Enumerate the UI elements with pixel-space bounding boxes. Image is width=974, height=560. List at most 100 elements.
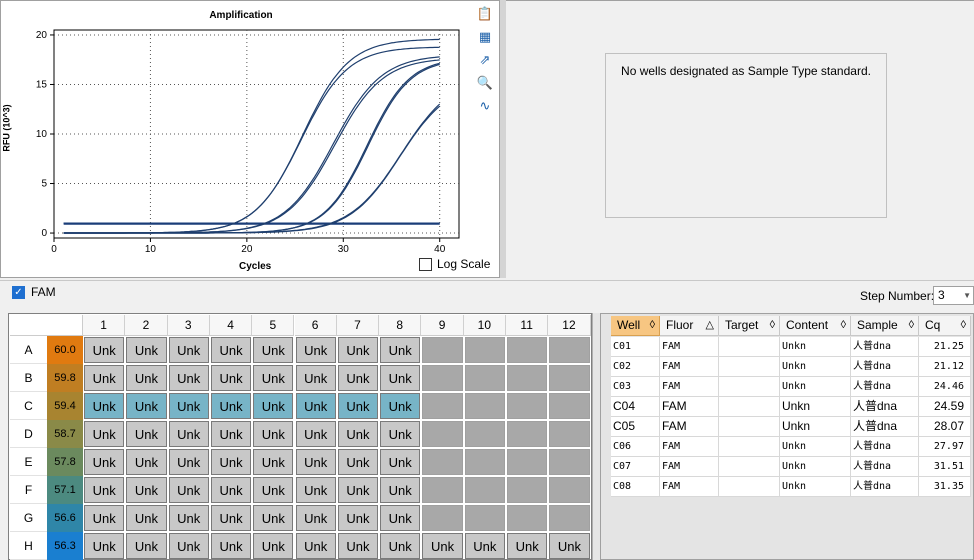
cell-content[interactable]: Unkn — [780, 437, 851, 457]
cell-cq[interactable]: 31.51 — [919, 457, 971, 477]
well-E9[interactable] — [422, 449, 463, 475]
well-H8[interactable]: Unk — [380, 533, 421, 559]
well-E8[interactable]: Unk — [380, 449, 421, 475]
cell-content[interactable]: Unkn — [780, 417, 851, 437]
cell-content[interactable]: Unkn — [780, 337, 851, 357]
well-H7[interactable]: Unk — [337, 533, 379, 559]
well-G12[interactable] — [549, 505, 590, 531]
well-E3[interactable]: Unk — [168, 449, 209, 475]
chevron-down-icon[interactable]: ▼ — [963, 287, 971, 304]
well-G8[interactable]: Unk — [380, 505, 421, 531]
cell-target[interactable] — [719, 337, 780, 357]
cell-sample[interactable]: 人普dna — [851, 437, 919, 457]
log-scale-checkbox[interactable] — [419, 257, 432, 271]
cell-target[interactable] — [719, 477, 780, 497]
well-H12[interactable]: Unk — [549, 533, 590, 559]
well-F4[interactable]: Unk — [210, 477, 252, 503]
row-header-A[interactable]: A — [10, 336, 47, 364]
cell-sample[interactable]: 人普dna — [851, 457, 919, 477]
cell-target[interactable] — [719, 417, 780, 437]
well-G3[interactable]: Unk — [168, 505, 209, 531]
well-F7[interactable]: Unk — [337, 477, 379, 503]
cell-content[interactable]: Unkn — [780, 477, 851, 497]
row-header-C[interactable]: C — [10, 392, 47, 420]
well-G1[interactable]: Unk — [84, 505, 125, 531]
cell-well[interactable]: C02 — [611, 357, 660, 377]
well-E7[interactable]: Unk — [337, 449, 379, 475]
column-header-9[interactable]: 9 — [421, 315, 464, 336]
row-header-B[interactable]: B — [10, 364, 47, 392]
column-header-10[interactable]: 10 — [463, 315, 506, 336]
well-G5[interactable]: Unk — [253, 505, 294, 531]
cell-fluor[interactable]: FAM — [660, 437, 719, 457]
well-F9[interactable] — [422, 477, 463, 503]
cell-fluor[interactable]: FAM — [660, 337, 719, 357]
well-D7[interactable]: Unk — [337, 421, 379, 447]
cell-sample[interactable]: 人普dna — [851, 337, 919, 357]
well-B5[interactable]: Unk — [253, 365, 294, 391]
copy-icon[interactable]: 📋 — [476, 6, 494, 24]
well-D8[interactable]: Unk — [380, 421, 421, 447]
cell-well[interactable]: C01 — [611, 337, 660, 357]
well-C3[interactable]: Unk — [168, 393, 209, 419]
column-header-fluor[interactable]: Fluor △ — [660, 316, 719, 336]
well-B7[interactable]: Unk — [337, 365, 379, 391]
well-H3[interactable]: Unk — [168, 533, 209, 559]
cell-content[interactable]: Unkn — [780, 357, 851, 377]
well-G6[interactable]: Unk — [295, 505, 336, 531]
well-E2[interactable]: Unk — [126, 449, 167, 475]
well-C4[interactable]: Unk — [210, 393, 252, 419]
well-C1[interactable]: Unk — [84, 393, 125, 419]
well-H2[interactable]: Unk — [126, 533, 167, 559]
cell-sample[interactable]: 人普dna — [851, 477, 919, 497]
well-E1[interactable]: Unk — [84, 449, 125, 475]
well-F12[interactable] — [549, 477, 590, 503]
sort-icon[interactable]: ◊ — [909, 316, 914, 334]
plate-corner-header[interactable] — [10, 315, 83, 336]
well-F10[interactable] — [464, 477, 505, 503]
amplification-chart[interactable]: 0 10 20 30 40 0 5 10 15 20 — [1, 1, 501, 279]
column-header-6[interactable]: 6 — [294, 315, 337, 336]
well-B10[interactable] — [464, 365, 505, 391]
well-A9[interactable] — [422, 337, 463, 363]
well-B11[interactable] — [507, 365, 548, 391]
well-A10[interactable] — [464, 337, 505, 363]
sort-icon[interactable]: △ — [706, 316, 714, 334]
well-G7[interactable]: Unk — [337, 505, 379, 531]
fluor-toggle-fam[interactable]: ✓ FAM — [12, 285, 56, 299]
well-F11[interactable] — [507, 477, 548, 503]
column-header-2[interactable]: 2 — [125, 315, 168, 336]
cell-fluor[interactable]: FAM — [660, 417, 719, 437]
well-A1[interactable]: Unk — [84, 337, 125, 363]
cell-fluor[interactable]: FAM — [660, 377, 719, 397]
well-F8[interactable]: Unk — [380, 477, 421, 503]
column-header-8[interactable]: 8 — [379, 315, 422, 336]
well-H10[interactable]: Unk — [464, 533, 505, 559]
cell-cq[interactable]: 21.12 — [919, 357, 971, 377]
cell-fluor[interactable]: FAM — [660, 397, 719, 417]
cell-cq[interactable]: 24.59 — [919, 397, 971, 417]
well-B12[interactable] — [549, 365, 590, 391]
cell-content[interactable]: Unkn — [780, 377, 851, 397]
row-header-E[interactable]: E — [10, 448, 47, 476]
well-C10[interactable] — [464, 393, 505, 419]
well-C9[interactable] — [422, 393, 463, 419]
well-G9[interactable] — [422, 505, 463, 531]
well-G10[interactable] — [464, 505, 505, 531]
well-A11[interactable] — [507, 337, 548, 363]
chart-type-icon[interactable]: ▦ — [476, 29, 494, 47]
row-header-G[interactable]: G — [10, 504, 47, 532]
cell-cq[interactable]: 24.46 — [919, 377, 971, 397]
well-A12[interactable] — [549, 337, 590, 363]
column-header-12[interactable]: 12 — [548, 315, 591, 336]
well-F3[interactable]: Unk — [168, 477, 209, 503]
well-B3[interactable]: Unk — [168, 365, 209, 391]
well-B8[interactable]: Unk — [380, 365, 421, 391]
well-B6[interactable]: Unk — [295, 365, 336, 391]
well-D5[interactable]: Unk — [253, 421, 294, 447]
well-A6[interactable]: Unk — [295, 337, 336, 363]
cell-target[interactable] — [719, 397, 780, 417]
well-C7[interactable]: Unk — [337, 393, 379, 419]
column-header-cq[interactable]: Cq ◊ — [919, 316, 971, 336]
well-C12[interactable] — [549, 393, 590, 419]
